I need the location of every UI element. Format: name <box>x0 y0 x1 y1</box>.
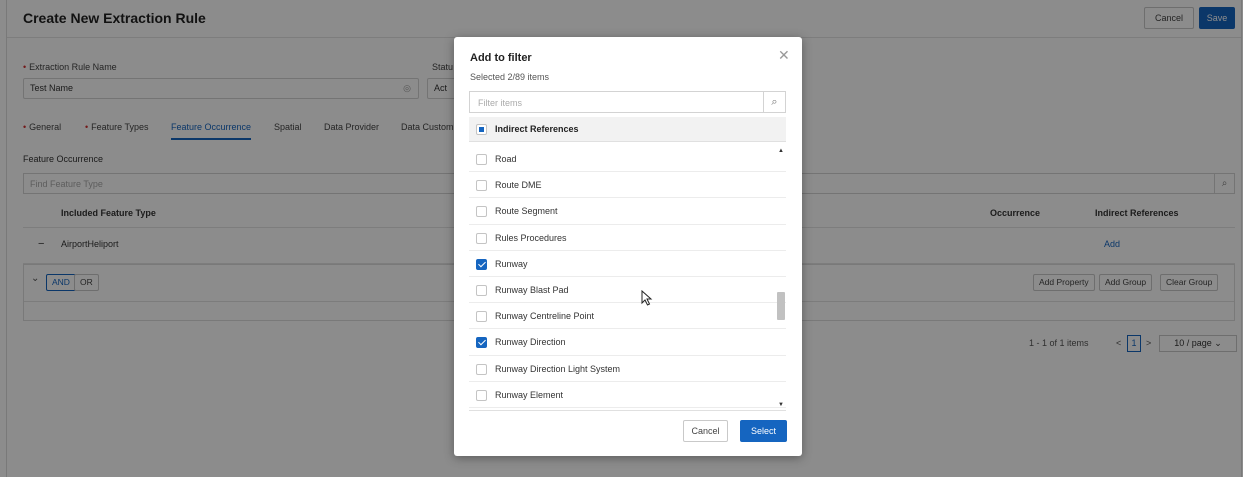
item-checkbox[interactable] <box>476 284 487 296</box>
list-item[interactable]: Runway Direction Light System <box>469 356 786 382</box>
item-checkbox[interactable] <box>476 363 487 375</box>
filter-items-placeholder: Filter items <box>478 98 523 108</box>
item-checkbox[interactable] <box>476 206 487 218</box>
item-label: Runway Element <box>495 389 564 400</box>
group-header: Indirect References <box>469 117 786 142</box>
item-label: Route Segment <box>495 206 558 217</box>
item-checkbox[interactable] <box>476 337 487 349</box>
scroll-down-arrow[interactable]: ▼ <box>778 402 784 408</box>
close-icon[interactable]: ✕ <box>778 47 790 64</box>
item-checkbox[interactable] <box>476 154 487 165</box>
item-list: Road Route DME Route Segment Rules Procedur… <box>469 146 786 411</box>
group-label: Indirect References <box>495 124 579 134</box>
item-label: Runway Blast Pad <box>495 284 569 295</box>
list-item[interactable]: Runway Element <box>469 382 786 408</box>
item-label: Runway Centreline Point <box>495 311 595 322</box>
item-checkbox[interactable] <box>476 232 487 244</box>
item-label: Route DME <box>495 180 542 191</box>
dialog-cancel-button[interactable]: Cancel <box>683 420 728 442</box>
list-item[interactable]: Runway Centreline Point <box>469 303 786 330</box>
selection-count: Selected 2/89 items <box>470 72 550 82</box>
dialog-select-button[interactable]: Select <box>740 420 787 442</box>
mouse-cursor-icon <box>641 290 653 306</box>
list-item[interactable]: Road <box>469 146 786 173</box>
list-item[interactable]: Route Segment <box>469 198 786 225</box>
item-checkbox[interactable] <box>476 311 487 323</box>
list-item[interactable]: Runway <box>469 251 786 277</box>
add-to-filter-dialog: Add to filter Selected 2/89 items ✕ Filt… <box>454 37 802 456</box>
list-item[interactable]: Runway Direction <box>469 329 786 356</box>
select-all-checkbox[interactable] <box>476 124 487 135</box>
item-checkbox[interactable] <box>476 258 487 270</box>
scroll-up-arrow[interactable]: ▲ <box>778 148 784 154</box>
item-label: Runway <box>495 258 528 269</box>
item-label: Rules Procedures <box>495 232 567 243</box>
scroll-thumb[interactable] <box>777 292 785 320</box>
list-item[interactable]: Route DME <box>469 172 786 199</box>
list-scrollbar[interactable]: ▲ ▼ <box>776 146 786 411</box>
item-checkbox[interactable] <box>476 180 487 192</box>
list-item[interactable]: Rules Procedures <box>469 225 786 251</box>
list-item[interactable]: Runway Blast Pad <box>469 277 786 304</box>
item-label: Road <box>495 154 517 164</box>
search-icon[interactable]: ⌕ <box>763 92 785 112</box>
dialog-title: Add to filter <box>470 52 532 64</box>
item-label: Runway Direction <box>495 337 566 348</box>
item-checkbox[interactable] <box>476 389 487 401</box>
item-label: Runway Direction Light System <box>495 363 621 374</box>
filter-items-input[interactable]: Filter items ⌕ <box>469 91 786 113</box>
